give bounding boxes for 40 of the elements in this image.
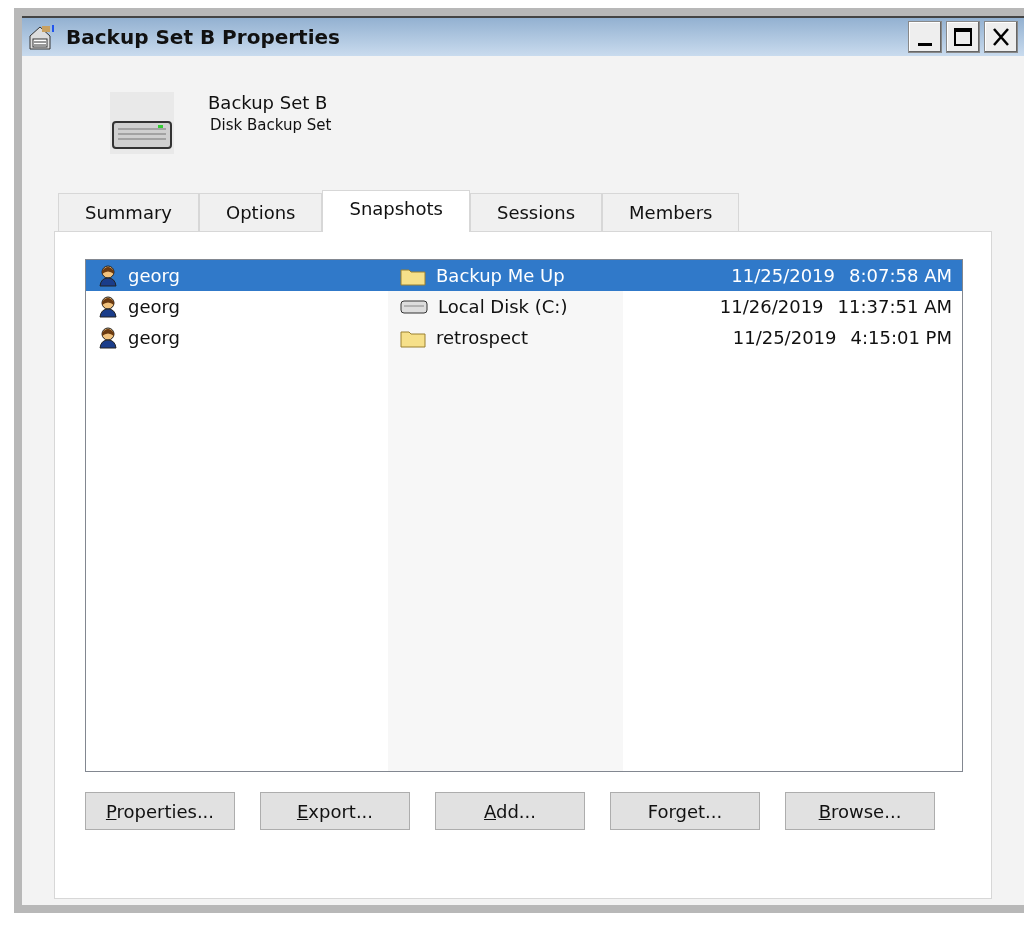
backup-set-type: Disk Backup Set [210, 115, 332, 136]
user-name: georg [128, 264, 181, 288]
action-button[interactable]: Browse... [785, 792, 935, 830]
action-button[interactable]: Forget... [610, 792, 760, 830]
minimize-icon [918, 42, 932, 46]
backup-set-name: Backup Set B [208, 92, 329, 114]
maximize-icon [952, 26, 974, 48]
tab[interactable]: Options [199, 193, 323, 231]
user-name: georg [128, 295, 181, 319]
user-icon [98, 326, 118, 349]
minimize-button[interactable] [908, 21, 942, 53]
action-button[interactable]: Properties... [85, 792, 235, 830]
action-button[interactable]: Add... [435, 792, 585, 830]
location-name: retrospect [436, 326, 528, 350]
snapshot-date: 11/25/2019 [731, 264, 836, 288]
tab[interactable]: Summary [58, 193, 199, 231]
close-button[interactable] [984, 21, 1018, 53]
location-name: Backup Me Up [436, 264, 565, 288]
snapshot-time: 4:15:01 PM [850, 326, 952, 350]
tab[interactable]: Snapshots [322, 190, 470, 232]
user-cell[interactable]: georg [86, 260, 388, 291]
snapshot-time: 8:07:58 AM [849, 264, 952, 288]
user-icon [98, 264, 118, 287]
close-icon [990, 26, 1012, 48]
user-name: georg [128, 326, 181, 350]
disk-drive-icon [400, 298, 428, 315]
user-icon [98, 295, 118, 318]
window-title: Backup Set B Properties [66, 24, 340, 51]
snapshot-date: 11/26/2019 [719, 295, 824, 319]
location-name: Local Disk (C:) [438, 295, 568, 319]
user-cell[interactable]: georg [86, 322, 388, 353]
action-button[interactable]: Export... [260, 792, 410, 830]
tab[interactable]: Members [602, 193, 740, 231]
disk-drive-icon [110, 92, 174, 154]
properties-icon [28, 24, 56, 50]
snapshot-time: 11:37:51 AM [837, 295, 952, 319]
maximize-button[interactable] [946, 21, 980, 53]
snapshot-date: 11/25/2019 [732, 326, 837, 350]
user-cell[interactable]: georg [86, 291, 388, 322]
tab[interactable]: Sessions [470, 193, 603, 231]
